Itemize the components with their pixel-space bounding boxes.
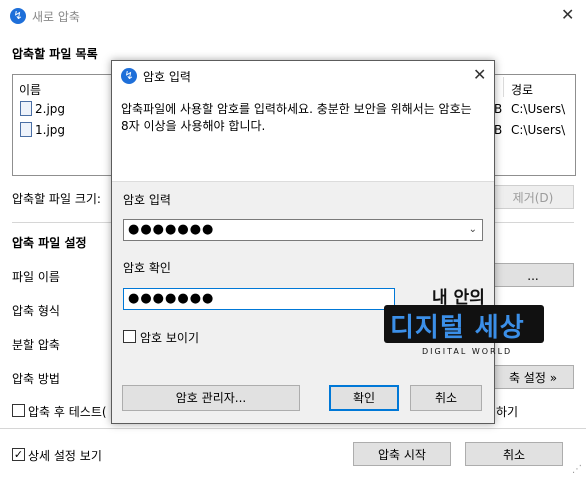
password-manager-button[interactable]: 암호 관리자...: [122, 385, 300, 411]
show-password-label: 암호 보이기: [140, 331, 200, 345]
divider: [0, 428, 586, 429]
file-size: B: [494, 102, 503, 116]
password-label: 암호 입력: [123, 193, 171, 207]
file-name: 1.jpg: [35, 123, 66, 137]
remove-button[interactable]: 제거(D): [492, 185, 574, 209]
detail-view-checkbox[interactable]: ✓: [12, 448, 25, 461]
file-size: B: [494, 123, 503, 137]
password-input[interactable]: ●●●●●●● ⌄: [123, 219, 483, 241]
image-file-icon: [20, 122, 32, 137]
dialog-description-area: 압축파일에 사용할 암호를 입력하세요. 충분한 보안을 위해서는 암호는 8자…: [112, 91, 494, 182]
main-window-title: 새로 압축: [32, 10, 80, 24]
dialog-close-icon[interactable]: ✕: [473, 65, 486, 84]
test-after-checkbox[interactable]: [12, 404, 25, 417]
main-title-bar: ↯ 새로 압축 ✕: [0, 0, 586, 32]
format-label: 압축 형식: [12, 304, 60, 318]
digital-world-watermark: 내 안의 디지털 세상 DIGITAL WORLD: [380, 283, 550, 363]
split-label: 분할 압축: [12, 338, 60, 352]
confirm-password-input[interactable]: ●●●●●●●: [123, 288, 395, 310]
resize-grip-icon[interactable]: ⋰: [572, 464, 582, 475]
app-logo-icon: ↯: [121, 68, 137, 84]
dialog-description: 압축파일에 사용할 암호를 입력하세요. 충분한 보안을 위해서는 암호는 8자…: [121, 102, 472, 133]
file-size-label: 압축할 파일 크기:: [12, 192, 101, 206]
file-path: C:\Users\: [511, 123, 566, 137]
detail-view-label: 상세 설정 보기: [28, 449, 102, 463]
file-list-heading: 압축할 파일 목록: [12, 47, 98, 61]
app-logo-icon: ↯: [10, 8, 26, 24]
main-cancel-button[interactable]: 취소: [465, 442, 563, 466]
dialog-cancel-button[interactable]: 취소: [410, 385, 482, 411]
watermark-line2: 디지털 세상: [390, 313, 525, 343]
show-password-checkbox[interactable]: [123, 330, 136, 343]
method-settings-button[interactable]: 축 설정 »: [492, 365, 574, 389]
method-label: 압축 방법: [12, 372, 60, 386]
test-after-label: 압축 후 테스트(: [28, 405, 107, 419]
column-path-header[interactable]: 경로: [511, 81, 533, 98]
column-name-header[interactable]: 이름: [19, 81, 41, 98]
confirm-value: ●●●●●●●: [128, 291, 215, 306]
settings-heading: 압축 파일 설정: [12, 236, 87, 250]
file-name-label: 파일 이름: [12, 270, 60, 284]
start-compress-button[interactable]: 압축 시작: [353, 442, 451, 466]
chevron-down-icon[interactable]: ⌄: [469, 220, 478, 240]
image-file-icon: [20, 101, 32, 116]
main-close-icon[interactable]: ✕: [561, 5, 574, 24]
dialog-title: 암호 입력: [143, 70, 191, 84]
dialog-title-bar: ↯ 암호 입력 ✕: [112, 61, 494, 91]
ok-button[interactable]: 확인: [329, 385, 399, 411]
file-name: 2.jpg: [35, 102, 66, 116]
right-option-label: 하기: [496, 405, 519, 419]
confirm-label: 암호 확인: [123, 261, 171, 275]
password-dialog: ↯ 암호 입력 ✕ 압축파일에 사용할 암호를 입력하세요. 충분한 보안을 위…: [111, 60, 495, 424]
watermark-line3: DIGITAL WORLD: [422, 347, 513, 356]
file-path: C:\Users\: [511, 102, 566, 116]
password-value: ●●●●●●●: [128, 222, 215, 237]
